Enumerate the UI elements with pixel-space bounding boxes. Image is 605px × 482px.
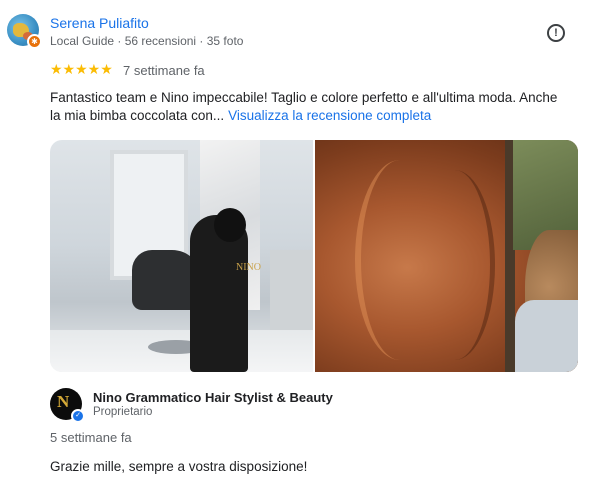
reply-date: 5 settimane fa bbox=[50, 430, 132, 445]
owner-role: Proprietario bbox=[93, 406, 153, 418]
photo-shirt-logo: NINO bbox=[236, 262, 261, 273]
author-name[interactable]: Serena Puliafito bbox=[50, 15, 149, 31]
owner-logo-mark: N bbox=[57, 392, 70, 411]
star-rating: ★★★★★ bbox=[50, 61, 113, 77]
reply-text: Grazie mille, sempre a vostra disposizio… bbox=[50, 459, 308, 474]
owner-logo: N ✓ bbox=[50, 388, 85, 423]
author-avatar[interactable]: ✱ bbox=[7, 14, 42, 49]
verified-check-icon: ✓ bbox=[71, 409, 85, 423]
photo-hair-strand-2 bbox=[415, 170, 495, 360]
author-meta: Local Guide · 56 recensioni · 35 foto bbox=[50, 34, 244, 48]
review-card: ✱ Serena Puliafito Local Guide · 56 rece… bbox=[0, 0, 605, 482]
review-photo-hair[interactable] bbox=[315, 140, 578, 372]
review-date: 7 settimane fa bbox=[123, 63, 205, 78]
photo-station bbox=[270, 250, 313, 330]
report-flag-icon[interactable]: ! bbox=[547, 24, 565, 42]
show-full-review-link[interactable]: Visualizza la recensione completa bbox=[228, 108, 431, 123]
review-photo-salon[interactable]: NINO bbox=[50, 140, 313, 372]
owner-name: Nino Grammatico Hair Stylist & Beauty bbox=[93, 390, 333, 405]
photo-stylist-head bbox=[214, 208, 246, 242]
photo-child-shirt bbox=[515, 300, 578, 372]
review-text: Fantastico team e Nino impeccabile! Tagl… bbox=[50, 89, 570, 125]
local-guide-badge-icon: ✱ bbox=[27, 34, 42, 49]
